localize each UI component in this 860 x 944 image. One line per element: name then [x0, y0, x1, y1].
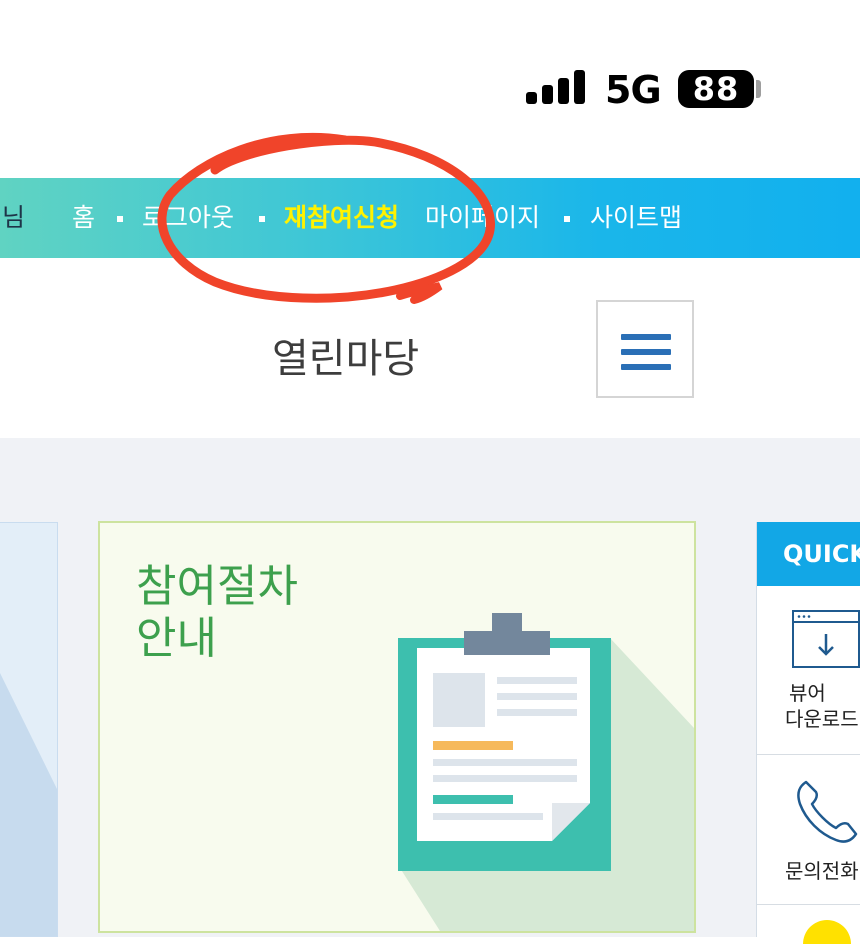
menu-icon-bar [621, 364, 671, 370]
top-navigation: 님 홈 로그아웃 재참여신청 마이페이지 사이트맵 [0, 178, 860, 258]
card-title-line2: 안내 [136, 613, 217, 664]
nav-separator [117, 216, 123, 222]
hamburger-menu-button[interactable] [596, 300, 694, 398]
content-area: 참여절차 안내 QUICK 뷰어 다운로드 문의전화 [0, 438, 860, 944]
user-greeting: 님 [2, 203, 26, 232]
card-title-line1: 참여절차 [136, 561, 298, 612]
quick-menu-heading: QUICK [757, 522, 860, 586]
quick-contact-phone[interactable]: 문의전화 [757, 754, 860, 905]
battery-indicator: 88 [678, 70, 754, 108]
page-header: 열린마당 [0, 258, 860, 438]
quick-contact-label: 문의전화 [785, 859, 859, 883]
nav-separator [564, 216, 570, 222]
phone-icon [797, 780, 858, 843]
nav-logout[interactable]: 로그아웃 [142, 178, 234, 258]
nav-home[interactable]: 홈 [72, 178, 95, 258]
menu-icon [621, 334, 671, 340]
quick-viewer-download[interactable]: 뷰어 다운로드 [757, 586, 860, 755]
menu-icon-bar [621, 349, 671, 355]
quick-next-item-icon [803, 920, 851, 944]
nav-rejoin-application[interactable]: 재참여신청 [284, 178, 399, 258]
page-title: 열린마당 [272, 336, 420, 382]
network-type: 5G [605, 68, 662, 112]
quick-viewer-label-line1: 뷰어 [789, 681, 826, 705]
quick-menu: QUICK 뷰어 다운로드 문의전화 [756, 522, 860, 944]
nav-separator [259, 216, 265, 222]
participation-procedure-card[interactable]: 참여절차 안내 [98, 521, 696, 933]
download-window-icon [792, 610, 860, 668]
nav-sitemap[interactable]: 사이트맵 [590, 178, 682, 258]
quick-viewer-label-line2: 다운로드 [785, 707, 859, 731]
status-bar: 5G 88 [0, 0, 860, 178]
previous-card-illustration [0, 673, 57, 936]
nav-mypage[interactable]: 마이페이지 [425, 178, 540, 258]
card-title: 참여절차 안내 [136, 561, 298, 665]
previous-card[interactable] [0, 522, 58, 937]
signal-icon [526, 70, 586, 104]
battery-tip-icon [756, 80, 761, 98]
